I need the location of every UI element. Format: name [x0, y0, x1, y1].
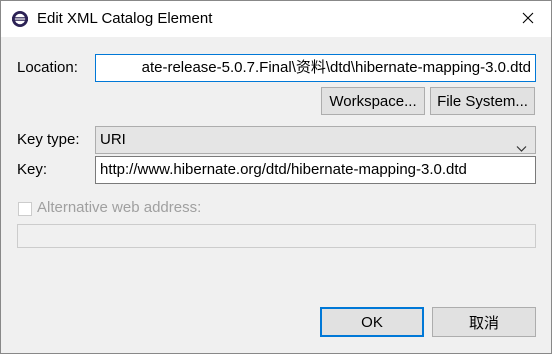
alternative-label: Alternative web address: [37, 199, 202, 216]
key-type-label: Key type: [17, 131, 80, 148]
location-value: ate-release-5.0.7.Final\资料\dtd\hibernate… [141, 59, 531, 76]
workspace-button-label: Workspace... [329, 92, 417, 110]
cancel-button[interactable]: 取消 [432, 307, 536, 337]
key-type-value: URI [100, 131, 126, 148]
file-system-button-label: File System... [437, 92, 528, 110]
close-icon [522, 11, 534, 28]
workspace-button[interactable]: Workspace... [321, 87, 425, 115]
chevron-down-icon [516, 136, 527, 152]
alternative-checkbox[interactable] [18, 202, 32, 216]
cancel-button-label: 取消 [468, 314, 499, 332]
alternative-web-address-input[interactable] [17, 224, 536, 248]
title-bar[interactable]: Edit XML Catalog Element [1, 1, 551, 37]
key-label: Key: [17, 161, 48, 178]
key-type-select[interactable]: URI [95, 126, 536, 154]
ok-button-label: OK [361, 313, 383, 331]
dialog-title: Edit XML Catalog Element [37, 10, 213, 27]
file-system-button[interactable]: File System... [430, 87, 535, 115]
key-input[interactable]: http://www.hibernate.org/dtd/hibernate-m… [95, 156, 536, 184]
eclipse-icon [11, 10, 29, 28]
location-input[interactable]: ate-release-5.0.7.Final\资料\dtd\hibernate… [95, 54, 536, 82]
dialog-window: Edit XML Catalog Element Location: ate-r… [0, 0, 552, 354]
close-button[interactable] [505, 1, 551, 37]
location-label: Location: [17, 59, 78, 76]
key-value: http://www.hibernate.org/dtd/hibernate-m… [100, 161, 467, 178]
ok-button[interactable]: OK [320, 307, 424, 337]
